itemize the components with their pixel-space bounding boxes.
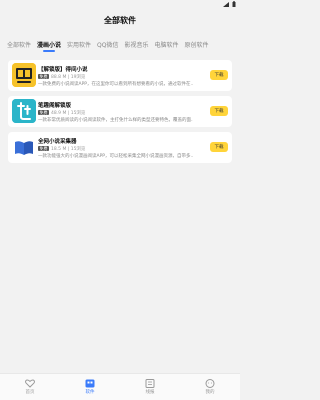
price-badge: 免费 [38, 74, 49, 79]
tab-qq-wechat[interactable]: QQ微信 [94, 34, 121, 54]
app-screen: 全部软件 全部软件 漫画小说 实用软件 QQ微信 影视音乐 电脑软件 原创软件 … [0, 0, 240, 400]
nav-label: 线报 [145, 390, 155, 395]
tab-original[interactable]: 原创软件 [182, 34, 212, 54]
download-button[interactable]: 下载 [210, 142, 228, 152]
nav-software[interactable]: 软件 [70, 379, 110, 395]
app-name: 全网小说采集器 [38, 138, 77, 145]
nav-home[interactable]: 首页 [10, 379, 50, 395]
app-list: 【解锁版】得间小说 免费 88.8 M | 19浏览 一款免费的小说阅读APP，… [8, 60, 232, 168]
nav-news[interactable]: 线报 [130, 379, 170, 395]
download-button[interactable]: 下载 [210, 70, 228, 80]
tab-pc-software[interactable]: 电脑软件 [152, 34, 182, 54]
nav-label: 软件 [85, 390, 95, 395]
tab-all[interactable]: 全部软件 [4, 34, 34, 54]
bottom-nav: 首页 软件 线报 我的 [0, 373, 240, 400]
status-bar [0, 0, 240, 8]
heart-icon [25, 379, 35, 388]
tab-label: 实用软件 [67, 41, 92, 49]
signal-icon [223, 1, 229, 7]
book-app-icon [12, 63, 36, 87]
brush-app-icon [12, 99, 36, 123]
tab-comics-novels[interactable]: 漫画小说 [34, 34, 64, 54]
user-icon [205, 379, 215, 388]
app-description: 一款免费的小说阅读APP，在这里你可以看到所有想要看的小说，通过软件在... [38, 81, 193, 87]
category-tabs: 全部软件 漫画小说 实用软件 QQ微信 影视音乐 电脑软件 原创软件 [0, 34, 240, 54]
grid-icon [85, 379, 95, 388]
tab-label: 影视音乐 [124, 41, 149, 49]
tab-video-music[interactable]: 影视音乐 [122, 34, 152, 54]
open-book-app-icon [12, 135, 36, 159]
app-description: 一款功能强大的小说漫画阅读APP，可以轻松采集全网小说漫画资源，自带多... [38, 153, 193, 159]
app-description: 一款非常优质阅读的小说阅读软件，主打免什么样的类型还要特色，覆盖的面... [38, 117, 193, 123]
app-name: 【解锁版】得间小说 [38, 66, 88, 73]
app-card[interactable]: 全网小说采集器 免费 18.5 M | 15浏览 一款功能强大的小说漫画阅读AP… [8, 132, 232, 163]
download-button[interactable]: 下载 [210, 106, 228, 116]
app-size: 88.8 M | 19浏览 [51, 74, 86, 80]
nav-profile[interactable]: 我的 [190, 379, 230, 395]
app-name: 笔趣阁解锁版 [38, 102, 72, 109]
app-size: 18.5 M | 15浏览 [51, 146, 86, 152]
news-icon [145, 379, 155, 388]
nav-label: 首页 [25, 390, 35, 395]
tab-label: 漫画小说 [37, 41, 62, 49]
app-size: 48.9 M | 15浏览 [51, 110, 86, 116]
page-title: 全部软件 [104, 15, 136, 25]
tab-label: 全部软件 [7, 41, 32, 49]
price-badge: 免费 [38, 110, 49, 115]
tab-label: 电脑软件 [154, 41, 179, 49]
nav-label: 我的 [205, 390, 215, 395]
app-card[interactable]: 【解锁版】得间小说 免费 88.8 M | 19浏览 一款免费的小说阅读APP，… [8, 60, 232, 91]
battery-icon [232, 1, 236, 7]
app-card[interactable]: 笔趣阁解锁版 免费 48.9 M | 15浏览 一款非常优质阅读的小说阅读软件，… [8, 96, 232, 127]
tab-label: 原创软件 [184, 41, 209, 49]
tab-label: QQ微信 [97, 41, 119, 49]
price-badge: 免费 [38, 146, 49, 151]
tab-utilities[interactable]: 实用软件 [64, 34, 94, 54]
title-bar: 全部软件 [0, 8, 240, 32]
